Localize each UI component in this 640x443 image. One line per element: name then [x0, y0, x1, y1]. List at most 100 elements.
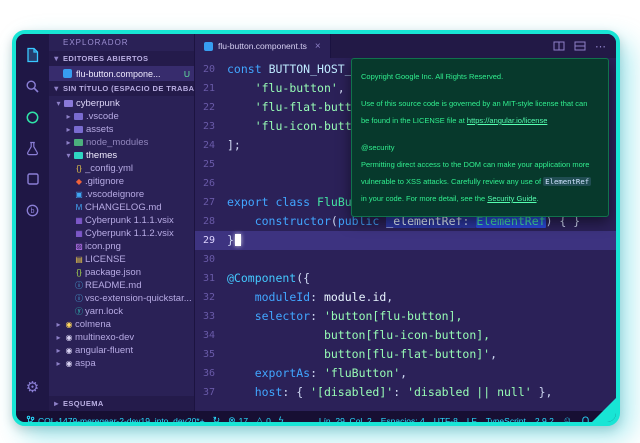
code-line-32[interactable]: 32 moduleId: module.id,: [195, 288, 616, 307]
workspace-header[interactable]: ▾ SIN TÍTULO (ESPACIO DE TRABAJO): [49, 81, 194, 96]
tree-item-yarn-lock[interactable]: ⓨyarn.lock: [49, 305, 194, 318]
code-line-36[interactable]: 36 exportAs: 'fluButton',: [195, 364, 616, 383]
tree-item-label: assets: [86, 124, 113, 135]
line-number: 20: [195, 60, 227, 79]
ws-file-icon: ◉: [63, 347, 75, 355]
more-actions-icon[interactable]: ⋯: [595, 40, 606, 53]
settings-gear-icon[interactable]: ⚙: [21, 374, 45, 400]
tree-item-label: .vscode: [86, 111, 119, 122]
tree-item-readme-md[interactable]: ⓘREADME.md: [49, 279, 194, 292]
code-line-37[interactable]: 37 host: { '[disabled]': 'disabled || nu…: [195, 383, 616, 402]
git-branch-item[interactable]: COL-1479-meregear-2-dev19_into_dev20*+: [26, 415, 205, 426]
code-text: 'flu-button',: [227, 79, 345, 98]
notifications-bell-icon[interactable]: [581, 416, 590, 426]
status-encoding[interactable]: UTF-8: [434, 416, 458, 426]
typescript-file-icon: [63, 69, 72, 78]
status-indentation[interactable]: Espacios: 4: [381, 416, 425, 426]
feedback-smiley-icon[interactable]: ☺: [563, 416, 572, 425]
lightning-icon[interactable]: ϟ: [279, 416, 284, 425]
tree-item-label: angular-fluent: [75, 345, 133, 356]
line-number: 22: [195, 98, 227, 117]
tree-item--vscodeignore[interactable]: ▣.vscodeignore: [49, 188, 194, 201]
code-line-35[interactable]: 35 button[flu-flat-button]',: [195, 345, 616, 364]
chevron-right-icon: ▸: [64, 125, 73, 134]
tooltip-text: Copyright Google Inc. All Rights Reserve…: [361, 72, 503, 81]
code-line-29[interactable]: 29}: [195, 231, 616, 250]
status-language-mode[interactable]: TypeScript: [486, 416, 526, 426]
tooltip-line: [361, 129, 599, 139]
tree-item-cyberpunk-1-1-1-vsix[interactable]: ▦Cyberpunk 1.1.1.vsix: [49, 214, 194, 227]
tree-item-package-json[interactable]: {}package.json: [49, 266, 194, 279]
tree-item-license[interactable]: ▤LICENSE: [49, 253, 194, 266]
explorer-sidebar: EXPLORADOR ▾ EDITORES ABIERTOS flu-butto…: [49, 34, 195, 411]
errors-item[interactable]: ⊗ 17: [228, 416, 248, 426]
code-line-30[interactable]: 30: [195, 250, 616, 269]
chevron-down-icon: ▾: [52, 54, 61, 63]
source-control-ring-icon[interactable]: [21, 104, 45, 130]
chevron-right-icon: ▸: [54, 333, 63, 342]
tree-item-label: .vscodeignore: [85, 189, 144, 200]
tree-item-vsc-extension-quickstar-[interactable]: ⓘvsc-extension-quickstar...: [49, 292, 194, 305]
chevron-down-icon: ▾: [52, 84, 61, 93]
layout-icon[interactable]: [574, 40, 586, 52]
code-line-34[interactable]: 34 button[flu-icon-button],: [195, 326, 616, 345]
vsix-file-icon: ▦: [73, 230, 85, 238]
git-status-badge: U: [184, 69, 190, 79]
tree-item-label: vsc-extension-quickstar...: [85, 293, 192, 304]
warnings-item[interactable]: △ 0: [256, 416, 271, 426]
line-number: 33: [195, 307, 227, 326]
sidebar-title: EXPLORADOR: [49, 34, 194, 51]
tree-item-label: package.json: [85, 267, 141, 278]
tree-item-node-modules[interactable]: ▸node_modules: [49, 136, 194, 149]
tree-item-icon-png[interactable]: ▨icon.png: [49, 240, 194, 253]
status-cursor-position[interactable]: Lín. 29, Col. 2: [319, 416, 372, 426]
outline-header[interactable]: ▸ ESQUEMA: [49, 396, 194, 411]
tree-item-cyberpunk[interactable]: ▾cyberpunk: [49, 97, 194, 110]
outline-label: ESQUEMA: [63, 399, 104, 408]
tree-item--gitignore[interactable]: ◆.gitignore: [49, 175, 194, 188]
tree-item-cyberpunk-1-1-2-vsix[interactable]: ▦Cyberpunk 1.1.2.vsix: [49, 227, 194, 240]
extensions-square-icon[interactable]: [21, 166, 45, 192]
chevron-right-icon: ▸: [64, 112, 73, 121]
vsix-file-icon: ▦: [73, 217, 85, 225]
debug-circle-icon[interactable]: b: [21, 197, 45, 223]
code-line-33[interactable]: 33 selector: 'button[flu-button],: [195, 307, 616, 326]
tooltip-link[interactable]: https://angular.io/license: [467, 116, 547, 125]
tab-bar: flu-button.component.ts × ⋯: [195, 34, 616, 58]
search-icon[interactable]: [21, 73, 45, 99]
tree-item-colmena[interactable]: ▸◉colmena: [49, 318, 194, 331]
resize-grip[interactable]: [592, 398, 616, 422]
tree-item--vscode[interactable]: ▸ .vscode: [49, 110, 194, 123]
open-editors-header[interactable]: ▾ EDITORES ABIERTOS: [49, 51, 194, 66]
open-editor-item[interactable]: flu-button.compone... U: [49, 66, 194, 81]
ws-file-icon: ◉: [63, 321, 75, 329]
code-line-31[interactable]: 31@Component({: [195, 269, 616, 288]
tree-item-label: CHANGELOG.md: [85, 202, 162, 213]
sync-icon[interactable]: ↻: [213, 416, 221, 425]
tree-item-angular-fluent[interactable]: ▸◉angular-fluent: [49, 344, 194, 357]
explorer-file-icon[interactable]: [21, 42, 45, 68]
test-flask-icon[interactable]: [21, 135, 45, 161]
code-text: button[flu-flat-button]',: [227, 345, 497, 364]
tree-item-multinexo-dev[interactable]: ▸◉multinexo-dev: [49, 331, 194, 344]
editor-area: flu-button.component.ts × ⋯ 20const BUTT…: [195, 34, 616, 411]
tree-item-themes[interactable]: ▾themes: [49, 149, 194, 162]
typescript-file-icon: [204, 42, 213, 51]
tree-item-aspa[interactable]: ▸◉aspa: [49, 357, 194, 370]
tooltip-text: .: [537, 194, 539, 203]
tree-item--config-yml[interactable]: {}_config.yml: [49, 162, 194, 175]
code-editor[interactable]: 20const BUTTON_HOST_ATTRIBUTES = [21 'fl…: [195, 58, 616, 411]
line-number: 25: [195, 155, 227, 174]
tooltip-link[interactable]: Security Guide: [487, 194, 536, 203]
status-typescript-version[interactable]: 2.9.2: [535, 416, 554, 426]
tree-item-changelog-md[interactable]: MCHANGELOG.md: [49, 201, 194, 214]
status-eol[interactable]: LF: [467, 416, 477, 426]
tooltip-line: Permitting direct access to the DOM can …: [361, 156, 599, 173]
folder-icon: [74, 126, 83, 133]
split-editor-icon[interactable]: [553, 40, 565, 52]
close-tab-icon[interactable]: ×: [315, 41, 321, 52]
tab-flu-button-component-ts[interactable]: flu-button.component.ts ×: [195, 34, 331, 58]
tooltip-text: Use of this source code is governed by a…: [361, 99, 587, 108]
tree-item-assets[interactable]: ▸ assets: [49, 123, 194, 136]
vscode-window: b ⚙ EXPLORADOR ▾ EDITORES ABIERTOS flu-b…: [12, 30, 620, 426]
